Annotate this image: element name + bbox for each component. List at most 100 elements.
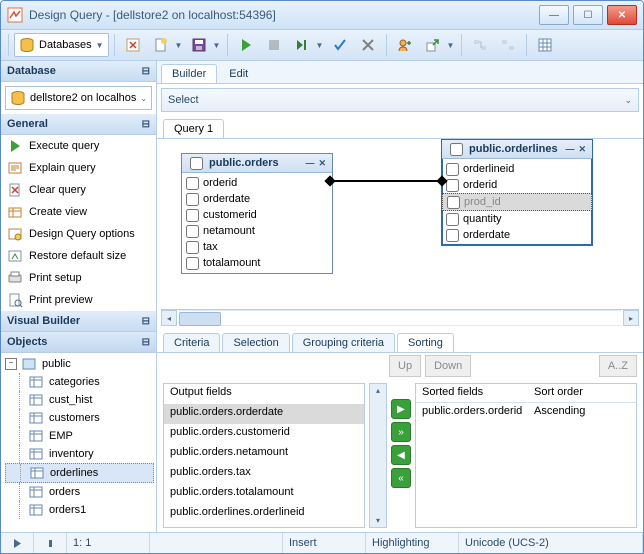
tree-node-categories[interactable]: categories — [5, 373, 154, 391]
add-user-button[interactable] — [392, 33, 418, 57]
up-button[interactable]: Up — [389, 355, 421, 377]
az-button[interactable]: A..Z — [599, 355, 637, 377]
menu-restore-default-size[interactable]: Restore default size — [1, 245, 156, 267]
tab-criteria[interactable]: Criteria — [163, 333, 220, 352]
column-totalamount[interactable]: totalamount — [182, 255, 332, 271]
new-button[interactable]: ▼ — [148, 33, 184, 57]
column-quantity[interactable]: quantity — [442, 211, 592, 227]
move-right-button[interactable]: ▶ — [391, 399, 411, 419]
column-orderid[interactable]: orderid — [182, 175, 332, 191]
column-orderdate[interactable]: orderdate — [442, 227, 592, 243]
output-field[interactable]: public.orderlines.orderlineid — [164, 504, 364, 524]
check-button[interactable] — [327, 33, 353, 57]
column-prod_id[interactable]: prod_id — [442, 193, 592, 211]
database-select[interactable]: dellstore2 on localhos⌄ — [5, 86, 152, 110]
minimize-button[interactable]: — — [539, 5, 569, 25]
tree-node-orderlines[interactable]: orderlines — [5, 463, 154, 483]
maximize-button[interactable]: ☐ — [573, 5, 603, 25]
objects-tree[interactable]: −publiccategoriescust_histcustomersEMPin… — [1, 353, 156, 532]
grid-row[interactable]: public.orders.orderid Ascending — [416, 403, 636, 421]
objects-panel-header[interactable]: Objects⊟ — [1, 332, 156, 353]
entity-select-all[interactable] — [450, 143, 463, 156]
column-netamount[interactable]: netamount — [182, 223, 332, 239]
entity-minimize[interactable]: — — [303, 158, 316, 168]
menu-create-view[interactable]: Create view — [1, 201, 156, 223]
execute-button[interactable] — [233, 33, 259, 57]
general-panel-header[interactable]: General⊟ — [1, 114, 156, 135]
move-all-left-button[interactable]: « — [391, 468, 411, 488]
output-scrollbar[interactable]: ▴▾ — [369, 383, 387, 528]
output-fields-list[interactable]: Output fields public.orders.orderdatepub… — [163, 383, 365, 528]
pin-icon[interactable]: ⊟ — [142, 119, 150, 130]
column-customerid[interactable]: customerid — [182, 207, 332, 223]
link-button2[interactable] — [495, 33, 521, 57]
scroll-right-icon[interactable]: ▸ — [623, 310, 639, 326]
close-button[interactable]: ✕ — [607, 5, 637, 25]
stop-button[interactable] — [261, 33, 287, 57]
titlebar: Design Query - [dellstore2 on localhost:… — [1, 1, 643, 30]
output-field[interactable]: public.orders.tax — [164, 464, 364, 484]
down-button[interactable]: Down — [425, 355, 471, 377]
column-tax[interactable]: tax — [182, 239, 332, 255]
sb-play-button[interactable] — [1, 533, 34, 553]
column-orderlineid[interactable]: orderlineid — [442, 161, 592, 177]
cancel-x-button[interactable] — [355, 33, 381, 57]
sb-marker-button[interactable] — [34, 533, 67, 553]
output-field[interactable]: public.orders.orderdate — [164, 404, 364, 424]
pin-icon[interactable]: ⊟ — [142, 66, 150, 77]
entity-close[interactable]: ✕ — [576, 144, 588, 155]
menu-execute-query[interactable]: Execute query — [1, 135, 156, 157]
tree-node-cust_hist[interactable]: cust_hist — [5, 391, 154, 409]
tree-node-EMP[interactable]: EMP — [5, 427, 154, 445]
tree-node-orders[interactable]: orders — [5, 483, 154, 501]
select-bar[interactable]: Select⌄ — [161, 88, 639, 112]
tab-grouping[interactable]: Grouping criteria — [292, 333, 395, 352]
tab-edit[interactable]: Edit — [219, 65, 258, 83]
scroll-thumb[interactable] — [179, 312, 221, 326]
discard-button[interactable] — [120, 33, 146, 57]
pin-icon[interactable]: ⊟ — [142, 316, 150, 327]
pin-icon[interactable]: ⊟ — [142, 337, 150, 348]
menu-explain-query[interactable]: Explain query — [1, 157, 156, 179]
tab-builder[interactable]: Builder — [161, 64, 217, 83]
entity-close[interactable]: ✕ — [316, 158, 328, 169]
output-field[interactable]: public.orders.customerid — [164, 424, 364, 444]
column-orderdate[interactable]: orderdate — [182, 191, 332, 207]
join-link[interactable] — [331, 180, 441, 182]
move-left-button[interactable]: ◀ — [391, 445, 411, 465]
output-field[interactable]: public.orderlines.orderid — [164, 524, 364, 528]
menu-clear-query[interactable]: Clear query — [1, 179, 156, 201]
menu-print-preview[interactable]: Print preview — [1, 289, 156, 311]
step-button[interactable]: ▼ — [289, 33, 325, 57]
left-panel: Database⊟ dellstore2 on localhos⌄ Genera… — [1, 61, 157, 532]
save-button[interactable]: ▼ — [186, 33, 222, 57]
export-button[interactable]: ▼ — [420, 33, 456, 57]
link-button1[interactable] — [467, 33, 493, 57]
database-panel-header[interactable]: Database⊟ — [1, 61, 156, 82]
tab-selection[interactable]: Selection — [222, 333, 289, 352]
entity-public-orderlines[interactable]: public.orderlines—✕ orderlineidorderidpr… — [441, 139, 593, 246]
grid-button[interactable] — [532, 33, 558, 57]
entity-select-all[interactable] — [190, 157, 203, 170]
column-orderid[interactable]: orderid — [442, 177, 592, 193]
canvas-hscroll[interactable]: ◂ ▸ — [161, 310, 639, 326]
design-canvas[interactable]: public.orders—✕ orderidorderdatecustomer… — [161, 139, 639, 310]
sorted-fields-grid[interactable]: Sorted fields Sort order public.orders.o… — [415, 383, 637, 528]
scroll-left-icon[interactable]: ◂ — [161, 310, 177, 326]
move-all-right-button[interactable]: » — [391, 422, 411, 442]
tab-query1[interactable]: Query 1 — [163, 119, 224, 138]
entity-public-orders[interactable]: public.orders—✕ orderidorderdatecustomer… — [181, 153, 333, 274]
tree-node-customers[interactable]: customers — [5, 409, 154, 427]
tree-node-inventory[interactable]: inventory — [5, 445, 154, 463]
menu-design-query-options[interactable]: Design Query options — [1, 223, 156, 245]
output-field[interactable]: public.orders.totalamount — [164, 484, 364, 504]
tree-node-public[interactable]: −public — [5, 355, 154, 373]
databases-combo[interactable]: Databases ▼ — [14, 33, 109, 57]
menu-print-setup[interactable]: Print setup — [1, 267, 156, 289]
entity-minimize[interactable]: — — [563, 144, 576, 154]
output-field[interactable]: public.orders.netamount — [164, 444, 364, 464]
tree-node-orders1[interactable]: orders1 — [5, 501, 154, 519]
chevron-down-icon: ⌄ — [624, 95, 632, 106]
tab-sorting[interactable]: Sorting — [397, 333, 454, 352]
visual-builder-header[interactable]: Visual Builder⊟ — [1, 311, 156, 332]
